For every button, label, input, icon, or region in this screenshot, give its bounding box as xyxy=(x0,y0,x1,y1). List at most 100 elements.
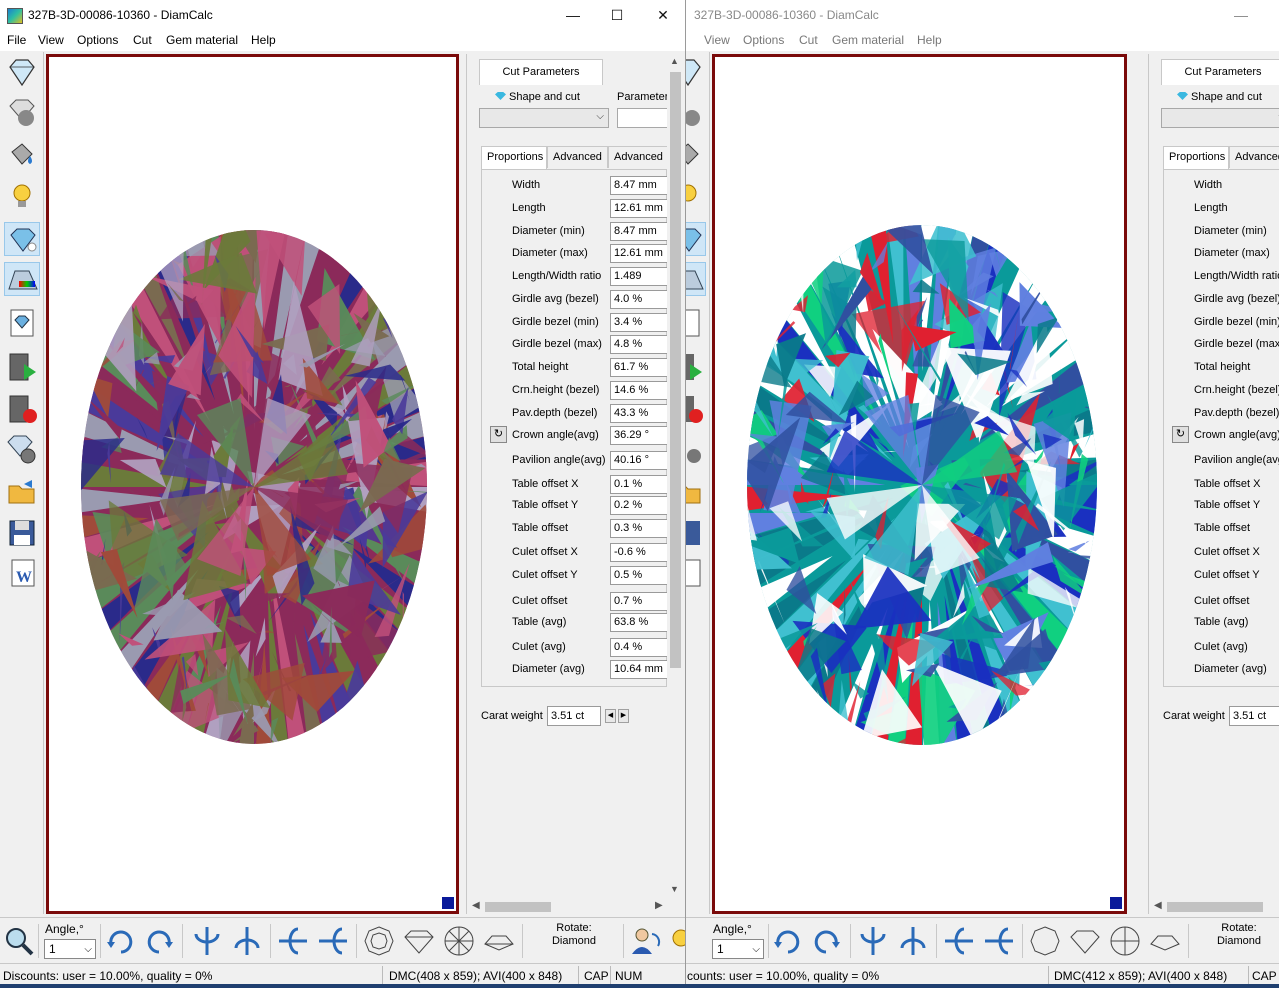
close-button[interactable]: ✕ xyxy=(640,0,685,31)
paint-bucket-icon[interactable] xyxy=(4,138,40,172)
flip-vertical-icon[interactable] xyxy=(856,924,890,958)
rotate-mode-button[interactable]: Rotate: Diamond xyxy=(1202,922,1276,948)
hscroll-thumb[interactable] xyxy=(485,902,551,912)
spin-left-icon[interactable]: ◀ xyxy=(605,709,616,723)
horizontal-scrollbar[interactable]: ◀ ▶ xyxy=(469,899,665,915)
proportion-value-field[interactable]: 0.7 % xyxy=(610,592,668,611)
lightbulb-icon[interactable] xyxy=(686,180,706,214)
proportion-value-field[interactable]: 63.8 % xyxy=(610,613,668,632)
angle-select[interactable]: 1 ⌵ xyxy=(44,939,96,959)
proportion-value-field[interactable]: 36.29 ° xyxy=(610,426,668,445)
carat-weight-field[interactable]: 3.51 ct xyxy=(547,706,601,726)
gem-sphere-icon[interactable] xyxy=(686,96,706,130)
word-document-icon[interactable]: W xyxy=(4,556,40,590)
minimize-button[interactable]: — xyxy=(1218,0,1264,31)
view-profile-icon[interactable] xyxy=(482,924,516,958)
lightbulb-icon[interactable] xyxy=(4,180,40,214)
rotate-cw-icon[interactable] xyxy=(103,924,137,958)
save-icon[interactable] xyxy=(4,516,40,550)
rotate-ccw-icon[interactable] xyxy=(143,924,177,958)
vertical-scrollbar[interactable]: ▲ ▼ xyxy=(667,54,684,899)
scroll-down-icon[interactable]: ▼ xyxy=(670,884,679,894)
diamond-card-icon[interactable] xyxy=(4,306,40,340)
save-icon[interactable] xyxy=(686,516,706,550)
minimize-button[interactable]: — xyxy=(550,0,596,31)
menu-cut[interactable]: Cut xyxy=(133,33,152,47)
tab-advanced[interactable]: Advanced xyxy=(1229,146,1279,168)
spin-right-icon[interactable]: ▶ xyxy=(618,709,629,723)
proportion-value-field[interactable]: 0.3 % xyxy=(610,519,668,538)
rotate-ccw-icon[interactable] xyxy=(810,924,844,958)
proportion-value-field[interactable]: 12.61 mm xyxy=(610,199,668,218)
proportion-value-field[interactable]: 1.489 xyxy=(610,267,668,286)
light-bulb-small-icon[interactable] xyxy=(664,924,685,958)
diamond-sparkle-icon[interactable] xyxy=(4,222,40,256)
tab-cut-parameters[interactable]: Cut Parameters xyxy=(1161,59,1279,85)
view-bottom-icon[interactable] xyxy=(1108,924,1142,958)
view-top-icon[interactable] xyxy=(362,924,396,958)
menu-options[interactable]: Options xyxy=(77,33,118,47)
diamond-sparkle-icon[interactable] xyxy=(686,222,706,256)
proportion-value-field[interactable]: 0.1 % xyxy=(610,475,668,494)
menu-view[interactable]: View xyxy=(704,33,730,47)
lock-toggle-icon[interactable]: ↻ xyxy=(1172,426,1189,443)
menu-help[interactable]: Help xyxy=(917,33,942,47)
menu-gem-material[interactable]: Gem material xyxy=(832,33,904,47)
lock-toggle-icon[interactable]: ↻ xyxy=(490,426,507,443)
resize-corner[interactable] xyxy=(1110,897,1122,909)
rotate-cw-icon[interactable] xyxy=(770,924,804,958)
view-side-icon[interactable] xyxy=(1068,924,1102,958)
flip-horizontal-icon[interactable] xyxy=(276,924,310,958)
menu-gem-material[interactable]: Gem material xyxy=(166,33,238,47)
menu-file[interactable]: File xyxy=(7,33,26,47)
diamond-icon[interactable] xyxy=(686,55,706,89)
view-bottom-icon[interactable] xyxy=(442,924,476,958)
proportion-value-field[interactable]: 61.7 % xyxy=(610,358,668,377)
carat-weight-field[interactable]: 3.51 ct xyxy=(1229,706,1279,726)
shape-combo[interactable]: ⌵ xyxy=(1161,108,1279,128)
diamond-gear-icon[interactable] xyxy=(686,432,706,466)
proportion-value-field[interactable]: 4.0 % xyxy=(610,290,668,309)
shape-combo[interactable]: ⌵ xyxy=(479,108,609,128)
hscroll-thumb[interactable] xyxy=(1167,902,1263,912)
scroll-right-icon[interactable]: ▶ xyxy=(655,900,663,911)
word-document-icon[interactable] xyxy=(686,556,706,590)
proportion-value-field[interactable]: 3.4 % xyxy=(610,313,668,332)
scroll-left-icon[interactable]: ◀ xyxy=(472,900,480,911)
flip-horizontal-icon[interactable] xyxy=(942,924,976,958)
flip-vertical-alt-icon[interactable] xyxy=(230,924,264,958)
rotate-mode-button[interactable]: Rotate: Diamond xyxy=(537,922,611,948)
maximize-button[interactable]: ☐ xyxy=(594,0,640,31)
tab-cut-parameters[interactable]: Cut Parameters xyxy=(479,59,603,85)
parameters-input[interactable] xyxy=(617,108,669,128)
diamond-gear-icon[interactable] xyxy=(4,432,40,466)
flip-vertical-icon[interactable] xyxy=(190,924,224,958)
view-top-icon[interactable] xyxy=(1028,924,1062,958)
video-play-icon[interactable] xyxy=(4,350,40,384)
proportion-value-field[interactable]: -0.6 % xyxy=(610,543,668,562)
gem-viewport[interactable] xyxy=(46,54,459,914)
rainbow-prism-icon[interactable] xyxy=(686,262,706,296)
proportion-value-field[interactable]: 10.64 mm xyxy=(610,660,668,679)
flip-vertical-alt-icon[interactable] xyxy=(896,924,930,958)
menu-cut[interactable]: Cut xyxy=(799,33,818,47)
proportion-value-field[interactable]: 43.3 % xyxy=(610,404,668,423)
video-play-icon[interactable] xyxy=(686,350,706,384)
proportion-value-field[interactable]: 12.61 mm xyxy=(610,244,668,263)
open-folder-icon[interactable] xyxy=(686,476,706,510)
tab-advanced[interactable]: Advanced xyxy=(547,146,608,168)
tab-proportions[interactable]: Proportions xyxy=(481,146,547,170)
resize-corner[interactable] xyxy=(442,897,454,909)
proportion-value-field[interactable]: 8.47 mm xyxy=(610,222,668,241)
user-rotate-icon[interactable] xyxy=(628,924,662,958)
scroll-left-icon[interactable]: ◀ xyxy=(1154,900,1162,911)
diamond-card-icon[interactable] xyxy=(686,306,706,340)
horizontal-scrollbar[interactable]: ◀ xyxy=(1151,899,1279,915)
proportion-value-field[interactable]: 0.5 % xyxy=(610,566,668,585)
scroll-up-icon[interactable]: ▲ xyxy=(670,56,679,66)
gem-sphere-icon[interactable] xyxy=(4,96,40,130)
proportion-value-field[interactable]: 0.2 % xyxy=(610,496,668,515)
scroll-thumb[interactable] xyxy=(670,72,681,668)
proportion-value-field[interactable]: 4.8 % xyxy=(610,335,668,354)
open-folder-icon[interactable] xyxy=(4,476,40,510)
